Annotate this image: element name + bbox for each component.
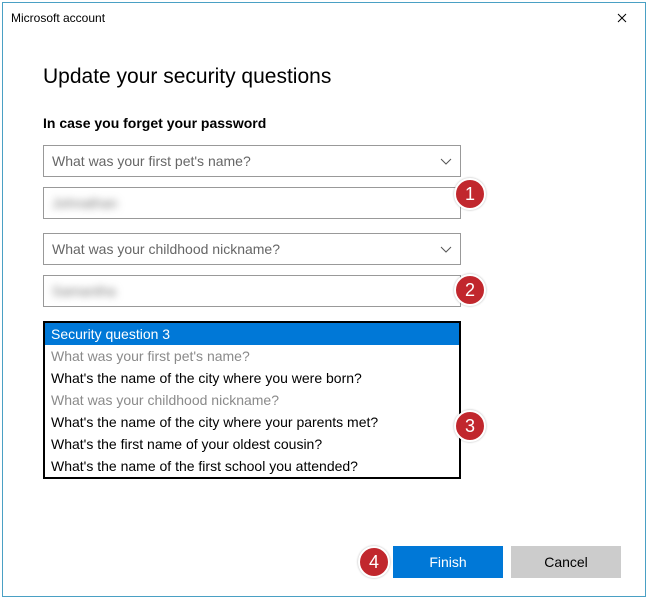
dropdown-option[interactable]: What's the name of the city where you we… (45, 367, 459, 389)
answer1-wrap: Johnathan (43, 187, 461, 219)
answer1-input[interactable]: Johnathan (43, 187, 461, 219)
dropdown-option[interactable]: What's the name of the first school you … (45, 455, 459, 477)
page-subtitle: In case you forget your password (43, 115, 605, 131)
close-button[interactable] (599, 3, 645, 33)
answer2-wrap: Samantha (43, 275, 461, 307)
dropdown-option[interactable]: What's the first name of your oldest cou… (45, 433, 459, 455)
page-title: Update your security questions (43, 65, 605, 89)
question2-select-text: What was your childhood nickname? (52, 241, 280, 257)
dropdown-option: What was your childhood nickname? (45, 389, 459, 411)
question2-select-wrap: What was your childhood nickname? (43, 233, 461, 265)
dropdown-option[interactable]: What's the name of the city where your p… (45, 411, 459, 433)
annotation-badge-1: 1 (454, 178, 486, 210)
window-title: Microsoft account (11, 11, 105, 25)
chevron-down-icon (440, 241, 452, 257)
answer1-text: Johnathan (52, 195, 117, 211)
answer2-text: Samantha (52, 283, 116, 299)
question1-select-wrap: What was your first pet's name? (43, 145, 461, 177)
annotation-badge-2: 2 (454, 274, 486, 306)
question3-dropdown[interactable]: Security question 3What was your first p… (43, 321, 461, 479)
content-area: Update your security questions In case y… (3, 33, 645, 479)
cancel-button[interactable]: Cancel (511, 546, 621, 578)
finish-button[interactable]: Finish (393, 546, 503, 578)
dropdown-option[interactable]: Security question 3 (45, 323, 459, 345)
footer-buttons: Finish Cancel (393, 546, 621, 578)
close-icon (617, 13, 627, 23)
dropdown-option: What was your first pet's name? (45, 345, 459, 367)
chevron-down-icon (440, 153, 452, 169)
question1-select[interactable]: What was your first pet's name? (43, 145, 461, 177)
annotation-badge-3: 3 (454, 410, 486, 442)
question2-select[interactable]: What was your childhood nickname? (43, 233, 461, 265)
annotation-badge-4: 4 (358, 546, 390, 578)
titlebar: Microsoft account (3, 3, 645, 33)
answer2-input[interactable]: Samantha (43, 275, 461, 307)
dialog-window: Microsoft account Update your security q… (2, 2, 646, 597)
question1-select-text: What was your first pet's name? (52, 153, 251, 169)
